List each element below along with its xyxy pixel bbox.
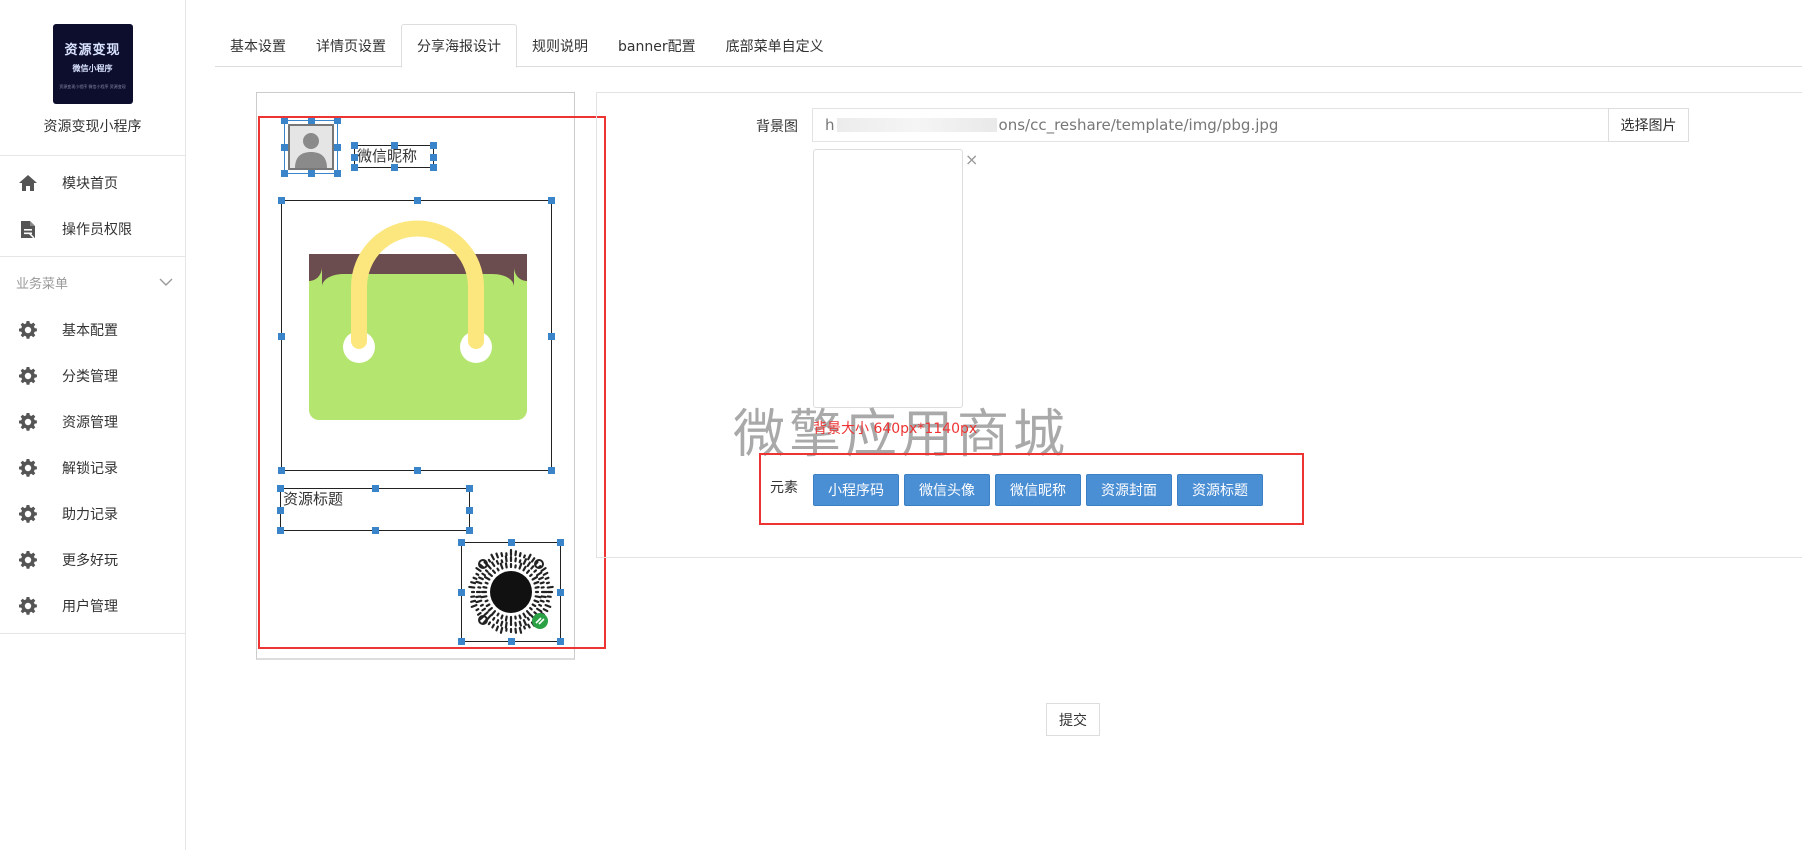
sidebar-item-resource-management[interactable]: 资源管理 — [0, 399, 185, 445]
element-buttons: 小程序码 微信头像 微信昵称 资源封面 资源标题 — [813, 474, 1263, 506]
document-icon — [18, 219, 38, 239]
tab-share-poster-design[interactable]: 分享海报设计 — [401, 24, 517, 68]
app-name: 资源变现小程序 — [43, 119, 142, 135]
add-miniprogram-code-button[interactable]: 小程序码 — [813, 474, 899, 506]
sidebar-item-label: 助力记录 — [62, 507, 118, 523]
gear-icon — [18, 596, 38, 616]
background-thumbnail — [813, 149, 963, 408]
gear-icon — [18, 412, 38, 432]
sidebar-item-label: 更多好玩 — [62, 553, 118, 569]
poster-highlight-box — [258, 116, 606, 649]
sidebar-item-label: 模块首页 — [62, 176, 118, 192]
gear-icon — [18, 550, 38, 570]
business-menu: 基本配置 分类管理 资源管理 解锁记录 助力记录 更多好玩 用户管理 — [0, 307, 185, 634]
sidebar-item-unlock-records[interactable]: 解锁记录 — [0, 445, 185, 491]
gear-icon — [18, 458, 38, 478]
gear-icon — [18, 504, 38, 524]
elements-label: 元素 — [770, 480, 798, 496]
background-size-hint: 背景大小 640px*1140px — [813, 421, 978, 437]
sidebar-header: 资源变现 微信小程序 资源变现小程序 微信小程序 资源变现 资源变现小程序 — [0, 0, 185, 156]
gear-icon — [18, 366, 38, 386]
app-logo: 资源变现 微信小程序 资源变现小程序 微信小程序 资源变现 — [52, 24, 133, 104]
tab-bottom-menu-custom[interactable]: 底部菜单自定义 — [711, 24, 839, 67]
sidebar-item-label: 资源管理 — [62, 415, 118, 431]
background-url-input[interactable]: h ons/cc_reshare/template/img/pbg.jpg — [812, 108, 1609, 142]
sidebar-item-assist-records[interactable]: 助力记录 — [0, 491, 185, 537]
submit-button[interactable]: 提交 — [1046, 703, 1100, 736]
choose-image-button[interactable]: 选择图片 — [1608, 108, 1689, 142]
sidebar-item-label: 分类管理 — [62, 369, 118, 385]
redacted-url-segment — [836, 118, 997, 132]
sidebar-item-category-management[interactable]: 分类管理 — [0, 353, 185, 399]
close-icon[interactable]: × — [965, 150, 978, 169]
sidebar-item-label: 基本配置 — [62, 323, 118, 339]
tab-detail-page-settings[interactable]: 详情页设置 — [301, 24, 401, 67]
background-label: 背景图 — [756, 119, 798, 135]
add-wechat-nickname-button[interactable]: 微信昵称 — [995, 474, 1081, 506]
sidebar-item-label: 操作员权限 — [62, 222, 132, 238]
sidebar-item-label: 用户管理 — [62, 599, 118, 615]
business-menu-toggle[interactable]: 业务菜单 — [0, 257, 185, 307]
add-resource-cover-button[interactable]: 资源封面 — [1086, 474, 1172, 506]
add-resource-title-button[interactable]: 资源标题 — [1177, 474, 1263, 506]
sidebar: 资源变现 微信小程序 资源变现小程序 微信小程序 资源变现 资源变现小程序 模块… — [0, 0, 186, 850]
gear-icon — [18, 320, 38, 340]
sidebar-item-module-home[interactable]: 模块首页 — [0, 160, 185, 206]
sidebar-item-basic-config[interactable]: 基本配置 — [0, 307, 185, 353]
add-wechat-avatar-button[interactable]: 微信头像 — [904, 474, 990, 506]
tab-basic-settings[interactable]: 基本设置 — [215, 24, 301, 67]
sidebar-item-label: 解锁记录 — [62, 461, 118, 477]
sidebar-item-more-fun[interactable]: 更多好玩 — [0, 537, 185, 583]
tab-rules[interactable]: 规则说明 — [517, 24, 603, 67]
sidebar-item-operator-permissions[interactable]: 操作员权限 — [0, 206, 185, 252]
settings-tabs: 基本设置 详情页设置 分享海报设计 规则说明 banner配置 底部菜单自定义 — [215, 24, 1802, 68]
business-menu-title: 业务菜单 — [16, 276, 69, 292]
sidebar-item-user-management[interactable]: 用户管理 — [0, 583, 185, 629]
chevron-down-icon — [159, 275, 173, 290]
sidebar-top-menu: 模块首页 操作员权限 — [0, 156, 185, 257]
home-icon — [18, 173, 38, 193]
tab-banner-config[interactable]: banner配置 — [603, 24, 711, 67]
